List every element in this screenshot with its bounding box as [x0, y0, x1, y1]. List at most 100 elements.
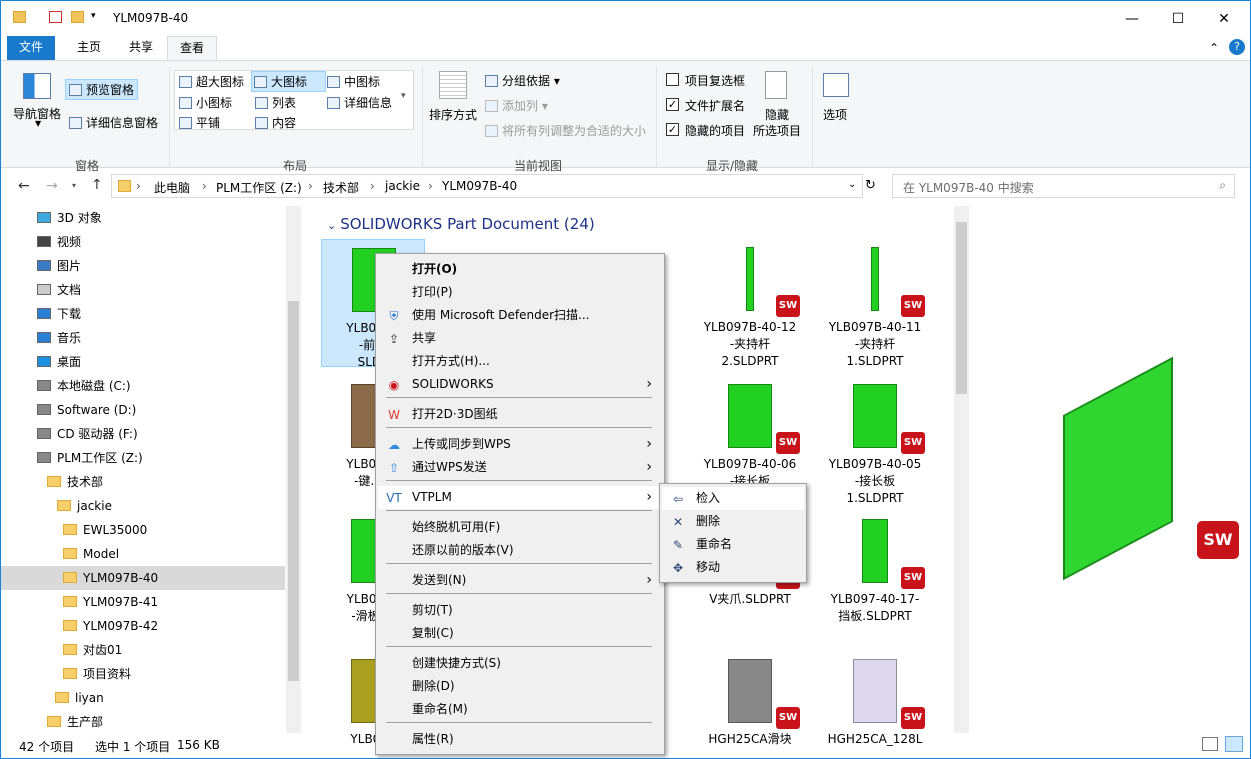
submenu-item[interactable]: ✥ 移动: [662, 556, 804, 579]
nav-item[interactable]: YLM097B-41: [1, 590, 285, 614]
nav-item[interactable]: 技术部: [1, 470, 285, 494]
menu-item[interactable]: 创建快捷方式(S): [378, 652, 662, 675]
layout-large-icons[interactable]: 大图标: [251, 71, 327, 92]
sort-by-button[interactable]: 排序方式: [429, 106, 477, 123]
menu-item[interactable]: ⛨ 使用 Microsoft Defender扫描...: [378, 304, 662, 327]
refresh-icon[interactable]: ↻: [865, 178, 876, 193]
menu-item[interactable]: ☁ 上传或同步到WPS ›: [378, 433, 662, 456]
submenu-item[interactable]: ✕ 删除: [662, 510, 804, 533]
item-checkboxes-checkbox[interactable]: [666, 73, 679, 86]
menu-item[interactable]: W 打开2D·3D图纸: [378, 403, 662, 426]
layout-list[interactable]: 列表: [255, 94, 296, 111]
tab-view[interactable]: 查看: [167, 36, 218, 61]
crumb-plm[interactable]: PLM工作区 (Z:): [216, 179, 302, 196]
file-extensions-checkbox[interactable]: ✓: [666, 98, 679, 111]
back-icon[interactable]: ←: [18, 178, 30, 194]
layout-content[interactable]: 内容: [255, 114, 296, 131]
layout-details[interactable]: 详细信息: [327, 94, 392, 111]
nav-item[interactable]: 本地磁盘 (C:): [1, 374, 285, 398]
forward-icon[interactable]: →: [46, 178, 58, 194]
menu-item[interactable]: 删除(D): [378, 675, 662, 698]
details-pane-button[interactable]: 详细信息窗格: [69, 114, 158, 131]
close-button[interactable]: ✕: [1201, 6, 1247, 32]
help-button[interactable]: ?: [1229, 39, 1245, 55]
address-bar[interactable]: › 此电脑 › PLM工作区 (Z:) › 技术部 › jackie › YLM…: [111, 174, 863, 198]
menu-item[interactable]: ⇧ 通过WPS发送 ›: [378, 456, 662, 479]
menu-item[interactable]: 始终脱机可用(F): [378, 516, 662, 539]
address-dropdown-icon[interactable]: ⌄: [848, 179, 856, 190]
nav-item[interactable]: 生产部: [1, 710, 285, 734]
file-item[interactable]: SW YLB097B-40-12 -夹持杆 2.SLDPRT: [698, 239, 802, 370]
menu-item[interactable]: 打开方式(H)...: [378, 350, 662, 373]
nav-item[interactable]: CD 驱动器 (F:): [1, 422, 285, 446]
tab-file[interactable]: 文件: [7, 36, 56, 61]
crumb-current[interactable]: YLM097B-40: [442, 179, 517, 193]
layout-extra-large-icons[interactable]: 超大图标: [179, 73, 244, 90]
nav-item[interactable]: 对齿01: [1, 638, 285, 662]
details-view-button[interactable]: [1202, 737, 1218, 751]
nav-item[interactable]: 3D 对象: [1, 206, 285, 230]
menu-item[interactable]: 打印(P): [378, 281, 662, 304]
nav-item[interactable]: 文档: [1, 278, 285, 302]
files-scrollbar-thumb[interactable]: [956, 222, 967, 394]
files-scrollbar[interactable]: [954, 206, 969, 733]
group-by-button[interactable]: 分组依据 ▾: [485, 72, 560, 89]
hide-selected-button[interactable]: 隐藏: [765, 106, 789, 123]
tab-home[interactable]: 主页: [65, 36, 113, 61]
menu-item[interactable]: 重命名(M): [378, 698, 662, 721]
gallery-scroll-icon[interactable]: ▾: [401, 91, 406, 101]
crumb-tech-dept[interactable]: 技术部: [323, 179, 359, 196]
menu-item[interactable]: ⇪ 共享: [378, 327, 662, 350]
menu-item[interactable]: 打开(O): [378, 258, 662, 281]
file-item[interactable]: SW YLB097B-40-05 -接长板 1.SLDPRT: [823, 376, 927, 507]
tab-share[interactable]: 共享: [117, 36, 165, 61]
layout-small-icons[interactable]: 小图标: [179, 94, 232, 111]
nav-item[interactable]: jackie: [1, 494, 285, 518]
group-header[interactable]: ⌄ SOLIDWORKS Part Document (24): [327, 215, 595, 233]
nav-item[interactable]: EWL35000: [1, 518, 285, 542]
nav-item[interactable]: 项目资料: [1, 662, 285, 686]
up-icon[interactable]: ↑: [91, 177, 103, 193]
nav-item[interactable]: 下载: [1, 302, 285, 326]
nav-item[interactable]: YLM097B-40: [1, 566, 285, 590]
nav-item[interactable]: 视频: [1, 230, 285, 254]
menu-item[interactable]: VT VTPLM ›: [378, 486, 662, 509]
nav-item[interactable]: 图片: [1, 254, 285, 278]
large-icons-view-button[interactable]: [1225, 736, 1243, 752]
crumb-this-pc[interactable]: 此电脑: [154, 179, 190, 196]
minimize-button[interactable]: —: [1109, 6, 1155, 32]
menu-item[interactable]: ◉ SOLIDWORKS ›: [378, 373, 662, 396]
nav-item[interactable]: liyan: [1, 686, 285, 710]
layout-medium-icons[interactable]: 中图标: [327, 73, 380, 90]
menu-item[interactable]: 剪切(T): [378, 599, 662, 622]
size-all-columns-button[interactable]: 将所有列调整为合适的大小: [485, 122, 646, 139]
nav-scrollbar[interactable]: [286, 206, 301, 733]
crumb-jackie[interactable]: jackie: [385, 179, 420, 193]
nav-item[interactable]: PLM工作区 (Z:): [1, 446, 285, 470]
menu-item[interactable]: 还原以前的版本(V): [378, 539, 662, 562]
search-input[interactable]: 在 YLM097B-40 中搜索 ⌕: [892, 174, 1235, 198]
add-columns-button[interactable]: 添加列 ▾: [485, 97, 548, 114]
preview-pane-button[interactable]: 预览窗格: [65, 79, 139, 100]
file-item[interactable]: SW YLB097-40-17- 挡板.SLDPRT: [823, 511, 927, 625]
nav-item[interactable]: 音乐: [1, 326, 285, 350]
menu-item[interactable]: 复制(C): [378, 622, 662, 645]
properties-icon[interactable]: [49, 11, 62, 23]
submenu-item[interactable]: ✎ 重命名: [662, 533, 804, 556]
new-folder-icon[interactable]: [71, 11, 84, 23]
options-button[interactable]: 选项: [823, 106, 847, 123]
ribbon-collapse-icon[interactable]: ⌃: [1209, 41, 1219, 55]
maximize-button[interactable]: ☐: [1155, 6, 1201, 32]
menu-item[interactable]: 发送到(N) ›: [378, 569, 662, 592]
nav-item[interactable]: YLM097B-42: [1, 614, 285, 638]
nav-item[interactable]: Model: [1, 542, 285, 566]
nav-item[interactable]: Software (D:): [1, 398, 285, 422]
nav-item[interactable]: 桌面: [1, 350, 285, 374]
customize-quick-access-icon[interactable]: ▾: [91, 11, 96, 21]
nav-scrollbar-thumb[interactable]: [288, 301, 299, 681]
layout-tiles[interactable]: 平铺: [179, 114, 220, 131]
hide-selected-button-line2[interactable]: 所选项目: [753, 122, 801, 139]
file-item[interactable]: SW YLB097B-40-11 -夹持杆 1.SLDPRT: [823, 239, 927, 370]
submenu-item[interactable]: ⇦ 检入: [662, 487, 804, 510]
recent-locations-icon[interactable]: ▾: [72, 181, 76, 190]
